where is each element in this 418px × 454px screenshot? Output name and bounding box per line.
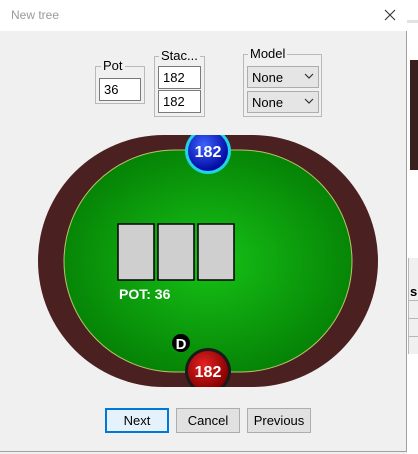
background-divider bbox=[408, 336, 418, 337]
previous-button[interactable]: Previous bbox=[247, 408, 311, 433]
pot-amount-label: POT: 36 bbox=[119, 286, 171, 302]
close-button[interactable] bbox=[379, 4, 401, 26]
model-select-2[interactable]: None bbox=[247, 91, 319, 113]
board-card bbox=[117, 223, 155, 281]
model-select-1-value: None bbox=[252, 70, 284, 85]
background-partial-text: s bbox=[410, 284, 418, 299]
background-divider bbox=[408, 300, 418, 301]
model-label: Model bbox=[248, 46, 288, 61]
cancel-button[interactable]: Cancel bbox=[176, 408, 240, 433]
model-select-2-value: None bbox=[252, 95, 284, 110]
pot-group: Pot 36 bbox=[95, 58, 145, 104]
bottom-player-stack: 182 bbox=[195, 364, 222, 381]
pot-label: Pot bbox=[101, 58, 125, 73]
background-table-edge bbox=[410, 60, 418, 170]
background-divider bbox=[407, 20, 418, 23]
background-divider bbox=[408, 318, 418, 319]
next-button[interactable]: Next bbox=[105, 408, 169, 433]
chevron-down-icon bbox=[304, 98, 314, 104]
poker-table: POT: 36 182 D 182 bbox=[38, 135, 378, 387]
window-title: New tree bbox=[11, 8, 60, 22]
pot-input[interactable]: 36 bbox=[99, 78, 141, 101]
chevron-down-icon bbox=[304, 73, 314, 79]
close-icon bbox=[384, 9, 396, 21]
title-bar: New tree bbox=[0, 0, 407, 31]
board-card bbox=[157, 223, 195, 281]
model-select-1[interactable]: None bbox=[247, 66, 319, 88]
new-tree-dialog: New tree Pot 36 Stac... 182 182 Model No… bbox=[0, 0, 407, 452]
stack-label: Stac... bbox=[159, 48, 200, 63]
board-card bbox=[197, 223, 235, 281]
background-panel bbox=[408, 258, 418, 354]
dealer-button-label: D bbox=[176, 336, 187, 353]
stack-input-1[interactable]: 182 bbox=[158, 66, 201, 89]
top-player-stack: 182 bbox=[195, 144, 222, 161]
stack-input-2[interactable]: 182 bbox=[158, 90, 201, 113]
model-group: Model None None bbox=[243, 46, 322, 117]
board-cards bbox=[117, 223, 235, 281]
stack-group: Stac... 182 182 bbox=[154, 48, 205, 117]
